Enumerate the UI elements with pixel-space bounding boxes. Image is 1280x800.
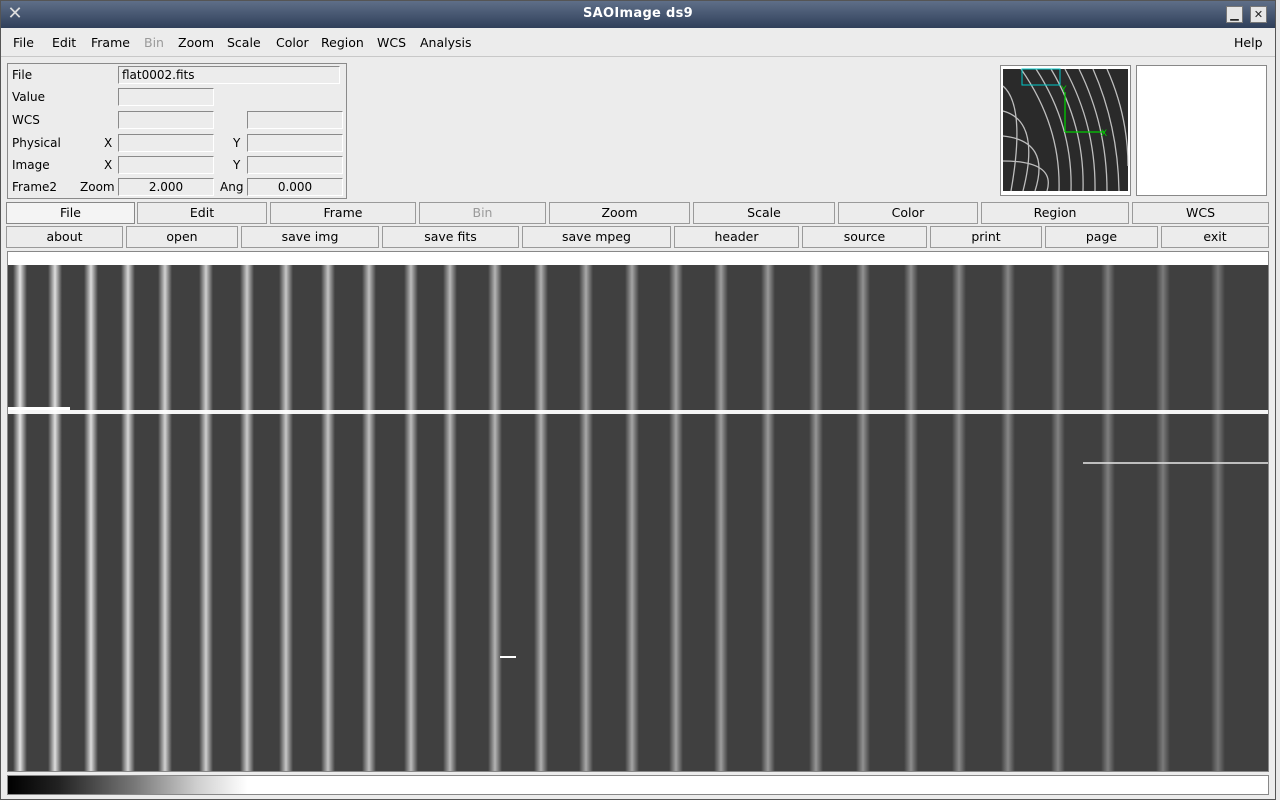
fringe-stripe xyxy=(321,265,335,771)
physical-x-label: X xyxy=(104,136,113,150)
fringe-stripe xyxy=(240,265,254,771)
fringe-stripe xyxy=(404,265,418,771)
menu-color[interactable]: Color xyxy=(276,35,309,50)
info-panel: File flat0002.fits Value WCS Physical X … xyxy=(7,63,347,199)
source-button[interactable]: source xyxy=(802,226,927,248)
fringe-stripe xyxy=(579,265,593,771)
exit-button[interactable]: exit xyxy=(1161,226,1269,248)
fringe-stripe xyxy=(1051,265,1065,771)
menu-help[interactable]: Help xyxy=(1234,35,1263,50)
menu-zoom[interactable]: Zoom xyxy=(178,35,214,50)
menu-region[interactable]: Region xyxy=(321,35,364,50)
menu-wcs[interactable]: WCS xyxy=(377,35,406,50)
menu-frame[interactable]: Frame xyxy=(91,35,130,50)
fringe-stripe xyxy=(714,265,728,771)
open-button[interactable]: open xyxy=(126,226,238,248)
value-label: Value xyxy=(12,90,45,104)
fringe-stripe xyxy=(904,265,918,771)
buttonbar-color-button[interactable]: Color xyxy=(838,202,978,224)
magnifier-view xyxy=(1136,65,1267,196)
fringe-stripe xyxy=(121,265,135,771)
wcs-label: WCS xyxy=(12,113,40,127)
about-button[interactable]: about xyxy=(6,226,123,248)
value-field xyxy=(118,88,214,106)
buttonbar-zoom-button[interactable]: Zoom xyxy=(549,202,690,224)
save-img-button[interactable]: save img xyxy=(241,226,379,248)
fringe-stripe xyxy=(158,265,172,771)
print-button[interactable]: print xyxy=(930,226,1042,248)
file-label: File xyxy=(12,68,33,82)
fringe-stripe xyxy=(534,265,548,771)
fringe-stripe xyxy=(199,265,213,771)
image-y-label: Y xyxy=(233,158,241,172)
image-display-frame[interactable] xyxy=(7,251,1269,772)
image-x-field xyxy=(118,156,214,174)
fringe-stripe xyxy=(669,265,683,771)
fringe-stripe xyxy=(856,265,870,771)
buttonbar-bin-button[interactable]: Bin xyxy=(419,202,546,224)
fringe-stripe xyxy=(1211,265,1225,771)
fringe-stripe xyxy=(443,265,457,771)
angle-label: Ang xyxy=(220,180,244,194)
menu-scale[interactable]: Scale xyxy=(227,35,261,50)
window-title: SAOImage ds9 xyxy=(583,6,693,21)
ds9-window: ✕ SAOImage ds9 ▁ ✕ File Edit Frame Bin Z… xyxy=(0,0,1276,800)
save-mpeg-button[interactable]: save mpeg xyxy=(522,226,671,248)
fringe-stripe xyxy=(809,265,823,771)
page-button[interactable]: page xyxy=(1045,226,1158,248)
image-x-label: X xyxy=(104,158,113,172)
fringe-stripe xyxy=(279,265,293,771)
header-button[interactable]: header xyxy=(674,226,799,248)
fringe-stripe xyxy=(952,265,966,771)
wcs-field-2 xyxy=(247,111,343,129)
fringe-stripe xyxy=(1156,265,1170,771)
fringe-stripe xyxy=(84,265,98,771)
panner-image: X Y xyxy=(1001,66,1130,195)
image-y-field xyxy=(247,156,343,174)
fringe-stripe xyxy=(1001,265,1015,771)
buttonbar-region-button[interactable]: Region xyxy=(981,202,1129,224)
fringe-stripe xyxy=(761,265,775,771)
buttonbar-scale-button[interactable]: Scale xyxy=(693,202,835,224)
panner-x-axis-label: X xyxy=(1101,129,1107,139)
menu-analysis[interactable]: Analysis xyxy=(420,35,472,50)
fringe-stripe xyxy=(1101,265,1115,771)
fringe-stripe xyxy=(625,265,639,771)
close-button[interactable]: ✕ xyxy=(1250,6,1267,23)
save-fits-button[interactable]: save fits xyxy=(382,226,519,248)
file-field: flat0002.fits xyxy=(118,66,340,84)
panner-y-axis-label: Y xyxy=(1060,85,1067,95)
physical-label: Physical xyxy=(12,136,61,150)
fringe-stripe xyxy=(362,265,376,771)
fringe-stripe xyxy=(13,265,27,771)
physical-x-field xyxy=(118,134,214,152)
title-bar[interactable]: ✕ SAOImage ds9 ▁ ✕ xyxy=(1,1,1275,28)
buttonbar-wcs-button[interactable]: WCS xyxy=(1132,202,1269,224)
buttonbar-edit-button[interactable]: Edit xyxy=(137,202,267,224)
image-label: Image xyxy=(12,158,50,172)
fringe-stripe xyxy=(488,265,502,771)
minimize-button[interactable]: ▁ xyxy=(1226,6,1243,23)
physical-y-label: Y xyxy=(233,136,241,150)
panner-view[interactable]: X Y xyxy=(1000,65,1131,196)
colorbar[interactable] xyxy=(7,775,1269,795)
wcs-field-1 xyxy=(118,111,214,129)
buttonbar-frame-button[interactable]: Frame xyxy=(270,202,416,224)
zoom-field: 2.000 xyxy=(118,178,214,196)
menu-bin[interactable]: Bin xyxy=(144,35,164,50)
angle-field: 0.000 xyxy=(247,178,343,196)
fringe-stripe xyxy=(48,265,62,771)
buttonbar-file-button[interactable]: File xyxy=(6,202,135,224)
frame-label: Frame2 xyxy=(12,180,58,194)
menu-file[interactable]: File xyxy=(13,35,34,50)
menu-bar: File Edit Frame Bin Zoom Scale Color Reg… xyxy=(1,29,1275,57)
physical-y-field xyxy=(247,134,343,152)
menu-edit[interactable]: Edit xyxy=(52,35,76,50)
zoom-label: Zoom xyxy=(80,180,115,194)
fits-image-canvas[interactable] xyxy=(8,252,1268,771)
